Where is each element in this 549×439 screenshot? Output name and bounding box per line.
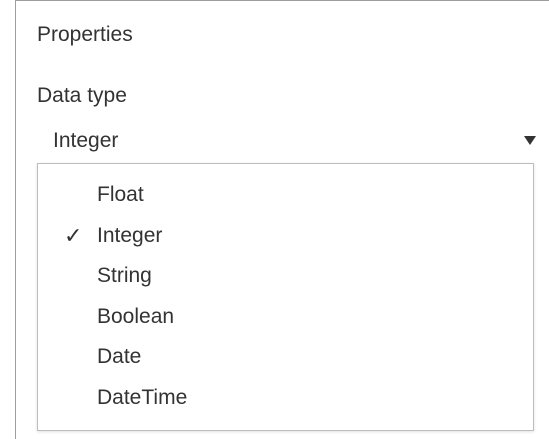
menu-item-integer[interactable]: ✓ Integer [38, 217, 533, 255]
data-type-menu: Float ✓ Integer String Boolean Date Date… [37, 163, 534, 431]
menu-item-label: Date [97, 345, 142, 368]
menu-item-string[interactable]: String [38, 257, 533, 295]
menu-item-float[interactable]: Float [38, 176, 533, 214]
menu-item-label: DateTime [97, 386, 188, 409]
menu-item-date[interactable]: Date [38, 338, 533, 376]
menu-item-datetime[interactable]: DateTime [38, 379, 533, 417]
check-icon: ✓ [64, 223, 83, 248]
data-type-label: Data type [37, 84, 127, 107]
data-type-dropdown[interactable]: Integer [38, 121, 536, 161]
panel-title: Properties [37, 23, 133, 46]
properties-panel: Properties Data type Integer Float ✓ Int… [15, 0, 549, 439]
caret-down-icon[interactable] [524, 136, 536, 145]
menu-item-boolean[interactable]: Boolean [38, 298, 533, 336]
menu-item-label: Boolean [97, 305, 175, 328]
data-type-selected-value: Integer [53, 129, 119, 152]
menu-item-label: Float [97, 183, 144, 206]
menu-item-label: String [97, 264, 152, 287]
menu-item-label: Integer [97, 224, 163, 247]
